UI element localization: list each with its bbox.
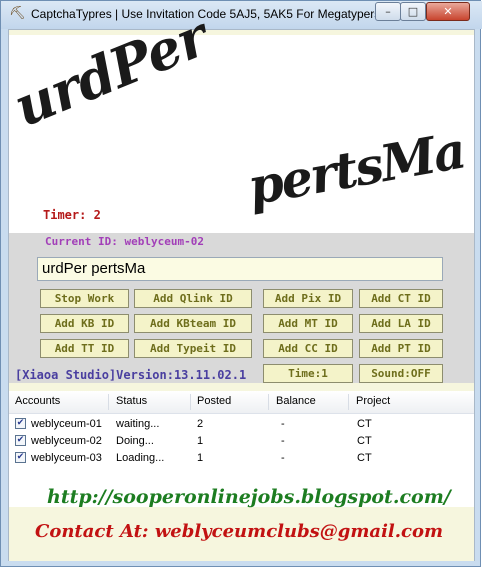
app-window: ⛏ CaptchaTypres | Use Invitation Code 5A… xyxy=(0,0,482,567)
sound-toggle-button[interactable]: Sound:OFF xyxy=(359,364,443,383)
version-label: [Xiaoa Studio]Version:13.11.02.1 xyxy=(15,368,247,382)
table-row[interactable]: ✔ weblyceum-02 Doing... 1 - CT xyxy=(9,433,474,450)
account-posted: 2 xyxy=(197,418,204,430)
captcha-image: urdPer pertsMa xyxy=(5,4,474,233)
account-balance: - xyxy=(281,452,285,464)
maximize-button[interactable]: □ xyxy=(400,2,426,21)
account-status: Doing... xyxy=(116,435,154,447)
contact-email-text: Contact At: weblyceumclubs@gmail.com xyxy=(35,521,444,542)
main-panel: urdPer pertsMa Timer: 2 Current ID: webl… xyxy=(5,4,475,561)
add-la-id-button[interactable]: Add LA ID xyxy=(359,314,443,333)
account-project: CT xyxy=(357,418,372,430)
account-project: CT xyxy=(357,435,372,447)
account-name: weblyceum-01 xyxy=(31,418,102,430)
title-bar[interactable]: ⛏ CaptchaTypres | Use Invitation Code 5A… xyxy=(1,1,482,29)
account-balance: - xyxy=(281,435,285,447)
account-name: weblyceum-02 xyxy=(31,435,102,447)
column-header-accounts[interactable]: Accounts xyxy=(15,395,60,407)
column-header-project[interactable]: Project xyxy=(356,395,390,407)
account-project: CT xyxy=(357,452,372,464)
column-divider[interactable] xyxy=(348,394,349,410)
stop-work-button[interactable]: Stop Work xyxy=(40,289,129,308)
column-header-posted[interactable]: Posted xyxy=(197,395,231,407)
accounts-list-header: Accounts Status Posted Balance Project xyxy=(9,391,474,414)
checkmark-icon[interactable]: ✔ xyxy=(15,435,26,446)
add-mt-id-button[interactable]: Add MT ID xyxy=(263,314,353,333)
account-status: waiting... xyxy=(116,418,160,430)
add-pt-id-button[interactable]: Add PT ID xyxy=(359,339,443,358)
minimize-button[interactable]: – xyxy=(375,2,401,21)
control-panel xyxy=(9,233,474,383)
current-id-label: Current ID: weblyceum-02 xyxy=(45,235,204,248)
account-name: weblyceum-03 xyxy=(31,452,102,464)
add-pix-id-button[interactable]: Add Pix ID xyxy=(263,289,353,308)
column-header-balance[interactable]: Balance xyxy=(276,395,316,407)
add-tt-id-button[interactable]: Add TT ID xyxy=(40,339,129,358)
add-kb-id-button[interactable]: Add KB ID xyxy=(40,314,129,333)
account-balance: - xyxy=(281,418,285,430)
blog-url-link[interactable]: http://sooperonlinejobs.blogspot.com/ xyxy=(47,486,451,508)
account-posted: 1 xyxy=(197,452,204,464)
column-divider[interactable] xyxy=(190,394,191,410)
timer-label: Timer: 2 xyxy=(43,208,101,222)
add-ct-id-button[interactable]: Add CT ID xyxy=(359,289,443,308)
column-divider[interactable] xyxy=(268,394,269,410)
captcha-answer-input[interactable]: urdPer pertsMa xyxy=(37,257,443,281)
add-typeit-id-button[interactable]: Add Typeit ID xyxy=(134,339,252,358)
checkmark-icon[interactable]: ✔ xyxy=(15,452,26,463)
add-qlink-id-button[interactable]: Add Qlink ID xyxy=(134,289,252,308)
time-button[interactable]: Time:1 xyxy=(263,364,353,383)
column-divider[interactable] xyxy=(108,394,109,410)
account-status: Loading... xyxy=(116,452,165,464)
table-row[interactable]: ✔ weblyceum-03 Loading... 1 - CT xyxy=(9,450,474,467)
table-row[interactable]: ✔ weblyceum-01 waiting... 2 - CT xyxy=(9,416,474,433)
checkmark-icon[interactable]: ✔ xyxy=(15,418,26,429)
pickaxe-icon: ⛏ xyxy=(9,6,26,21)
add-cc-id-button[interactable]: Add CC ID xyxy=(263,339,353,358)
window-title: CaptchaTypres | Use Invitation Code 5AJ5… xyxy=(31,7,381,21)
captcha-word-2: pertsMa xyxy=(243,120,469,217)
add-kbteam-id-button[interactable]: Add KBteam ID xyxy=(134,314,252,333)
account-posted: 1 xyxy=(197,435,204,447)
close-button[interactable]: ✕ xyxy=(426,2,470,21)
column-header-status[interactable]: Status xyxy=(116,395,147,407)
